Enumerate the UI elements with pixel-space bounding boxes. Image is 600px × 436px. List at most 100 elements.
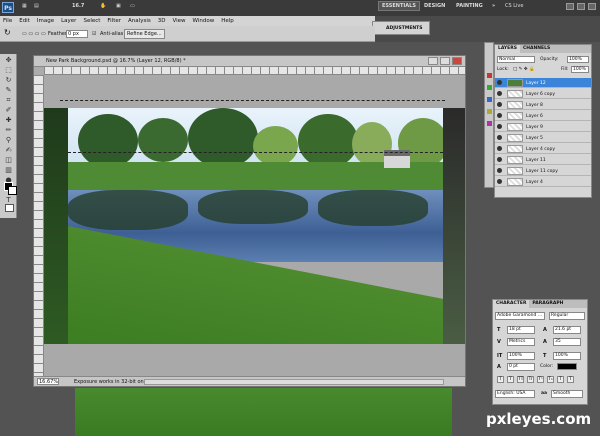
layer-row[interactable]: Layer 5 [495,133,591,143]
kerning-input[interactable]: Metrics [507,338,535,346]
menu-edit[interactable]: Edit [19,18,30,24]
eye-icon[interactable] [497,124,502,129]
faux-bold-button[interactable]: T [497,376,504,383]
zoom-field[interactable]: 16.67% [37,378,59,385]
horizontal-ruler[interactable] [44,67,465,75]
tracking-input[interactable]: 35 [553,338,581,346]
fill-input[interactable]: 100% [571,66,589,73]
menu-layer[interactable]: Layer [61,18,76,24]
leading-input[interactable]: 21.6 pt [553,326,581,334]
lasso-tool-preset-icon[interactable]: ↻ [4,28,11,37]
layer-row[interactable]: Layer 11 copy [495,166,591,176]
menu-3d[interactable]: 3D [158,18,166,24]
close-icon[interactable] [588,3,596,10]
opacity-input[interactable]: 100% [567,56,589,63]
cs-live-button[interactable]: CS Live [505,3,523,9]
subscript-button[interactable]: T₁ [547,376,554,383]
workspace-painting[interactable]: PAINTING [456,3,483,9]
actions-icon[interactable] [487,121,492,126]
eye-icon[interactable] [497,91,502,96]
eye-icon[interactable] [497,168,502,173]
marquee-tool-icon[interactable]: ⬚ [3,66,14,75]
eye-icon[interactable] [497,80,502,85]
eye-icon[interactable] [497,157,502,162]
faux-italic-button[interactable]: T [507,376,514,383]
menu-select[interactable]: Select [83,18,100,24]
baseline-shift-input[interactable]: 0 pt [507,363,535,371]
view-extras-icon[interactable]: ▤ [34,3,39,9]
zoom-level-control[interactable]: 16.7 [72,3,84,9]
layer-row[interactable]: Layer 9 [495,122,591,132]
menu-help[interactable]: Help [221,18,234,24]
text-color-swatch[interactable] [557,363,577,370]
quick-select-tool-icon[interactable]: ✎ [3,86,14,95]
menu-analysis[interactable]: Analysis [128,18,151,24]
more-workspaces-button[interactable]: » [492,3,495,9]
park-photo[interactable] [68,108,443,344]
color-icon[interactable] [487,97,492,102]
refine-edge-button[interactable]: Refine Edge... [124,29,165,39]
layer-row[interactable]: Layer 4 [495,177,591,187]
menu-file[interactable]: File [3,18,12,24]
lasso-tool-icon[interactable]: ↻ [3,76,14,85]
vertical-scale-input[interactable]: 100% [507,352,535,360]
doc-minimize-icon[interactable] [428,57,438,65]
adjustments-tab[interactable]: ADJUSTMENTS [372,21,430,35]
tab-paragraph[interactable]: PARAGRAPH [529,300,566,308]
horizontal-scrollbar[interactable] [144,379,444,385]
tab-layers[interactable]: LAYERS [495,45,520,53]
swatches-icon[interactable] [487,73,492,78]
tab-channels[interactable]: CHANNELS [520,45,553,53]
healing-brush-tool-icon[interactable]: ✚ [3,116,14,125]
arrange-documents-icon[interactable]: ▣ [116,3,121,9]
doc-maximize-icon[interactable] [440,57,450,65]
menu-window[interactable]: Window [193,18,215,24]
status-message[interactable]: Exposure works in 32-bit only [74,379,148,385]
font-style-select[interactable]: Regular [549,312,585,320]
clone-stamp-tool-icon[interactable]: ⚲ [3,136,14,145]
eye-icon[interactable] [497,113,502,118]
doc-close-icon[interactable] [452,57,462,65]
tab-character[interactable]: CHARACTER [493,300,530,308]
lock-icons[interactable]: □ ✎ ✥ 🔒 [513,67,535,72]
gradient-tool-icon[interactable]: ▥ [3,166,14,175]
hand-tool-icon[interactable]: ✋ [100,3,106,9]
history-icon[interactable] [487,109,492,114]
layer-row[interactable]: Layer 4 copy [495,144,591,154]
layer-row[interactable]: Layer 6 [495,111,591,121]
eye-icon[interactable] [497,146,502,151]
background-color-swatch[interactable] [8,186,17,195]
maximize-icon[interactable] [577,3,585,10]
menu-image[interactable]: Image [37,18,54,24]
crop-tool-icon[interactable]: ⌗ [3,96,14,105]
eye-icon[interactable] [497,135,502,140]
document-tab[interactable]: New Park Background.psd @ 16.7% (Layer 1… [34,56,465,67]
small-caps-button[interactable]: Tr [527,376,534,383]
language-select[interactable]: English: USA [495,390,535,398]
eye-icon[interactable] [497,179,502,184]
font-family-select[interactable]: Adobe Garamond ... [495,312,545,320]
layer-row[interactable]: Layer 12 [495,78,591,88]
menu-view[interactable]: View [172,18,185,24]
screen-mode-icon[interactable]: ▭ [130,3,135,9]
all-caps-button[interactable]: TT [517,376,524,383]
layer-row[interactable]: Layer 8 [495,100,591,110]
layer-row[interactable]: Layer 11 [495,155,591,165]
superscript-button[interactable]: T¹ [537,376,544,383]
launch-bridge-icon[interactable]: ▦ [22,3,27,9]
antialias-checkbox[interactable]: ☑ [92,31,96,37]
brush-tool-icon[interactable]: ✏ [3,126,14,135]
vertical-ruler[interactable] [34,75,44,378]
horizontal-scale-input[interactable]: 100% [553,352,581,360]
menu-filter[interactable]: Filter [107,18,121,24]
eraser-tool-icon[interactable]: ◫ [3,156,14,165]
strikethrough-button[interactable]: T [567,376,574,383]
feather-input[interactable]: 0 px [66,30,88,38]
selection-mode-icons[interactable]: ▭ ▭ ▭ ▭ [22,31,46,37]
layer-row[interactable]: Layer 6 copy [495,89,591,99]
move-tool-icon[interactable]: ✥ [3,56,14,65]
history-brush-tool-icon[interactable]: ✍ [3,146,14,155]
underline-button[interactable]: T [557,376,564,383]
font-size-input[interactable]: 18 pt [507,326,535,334]
antialias-method-select[interactable]: Smooth [551,390,583,398]
